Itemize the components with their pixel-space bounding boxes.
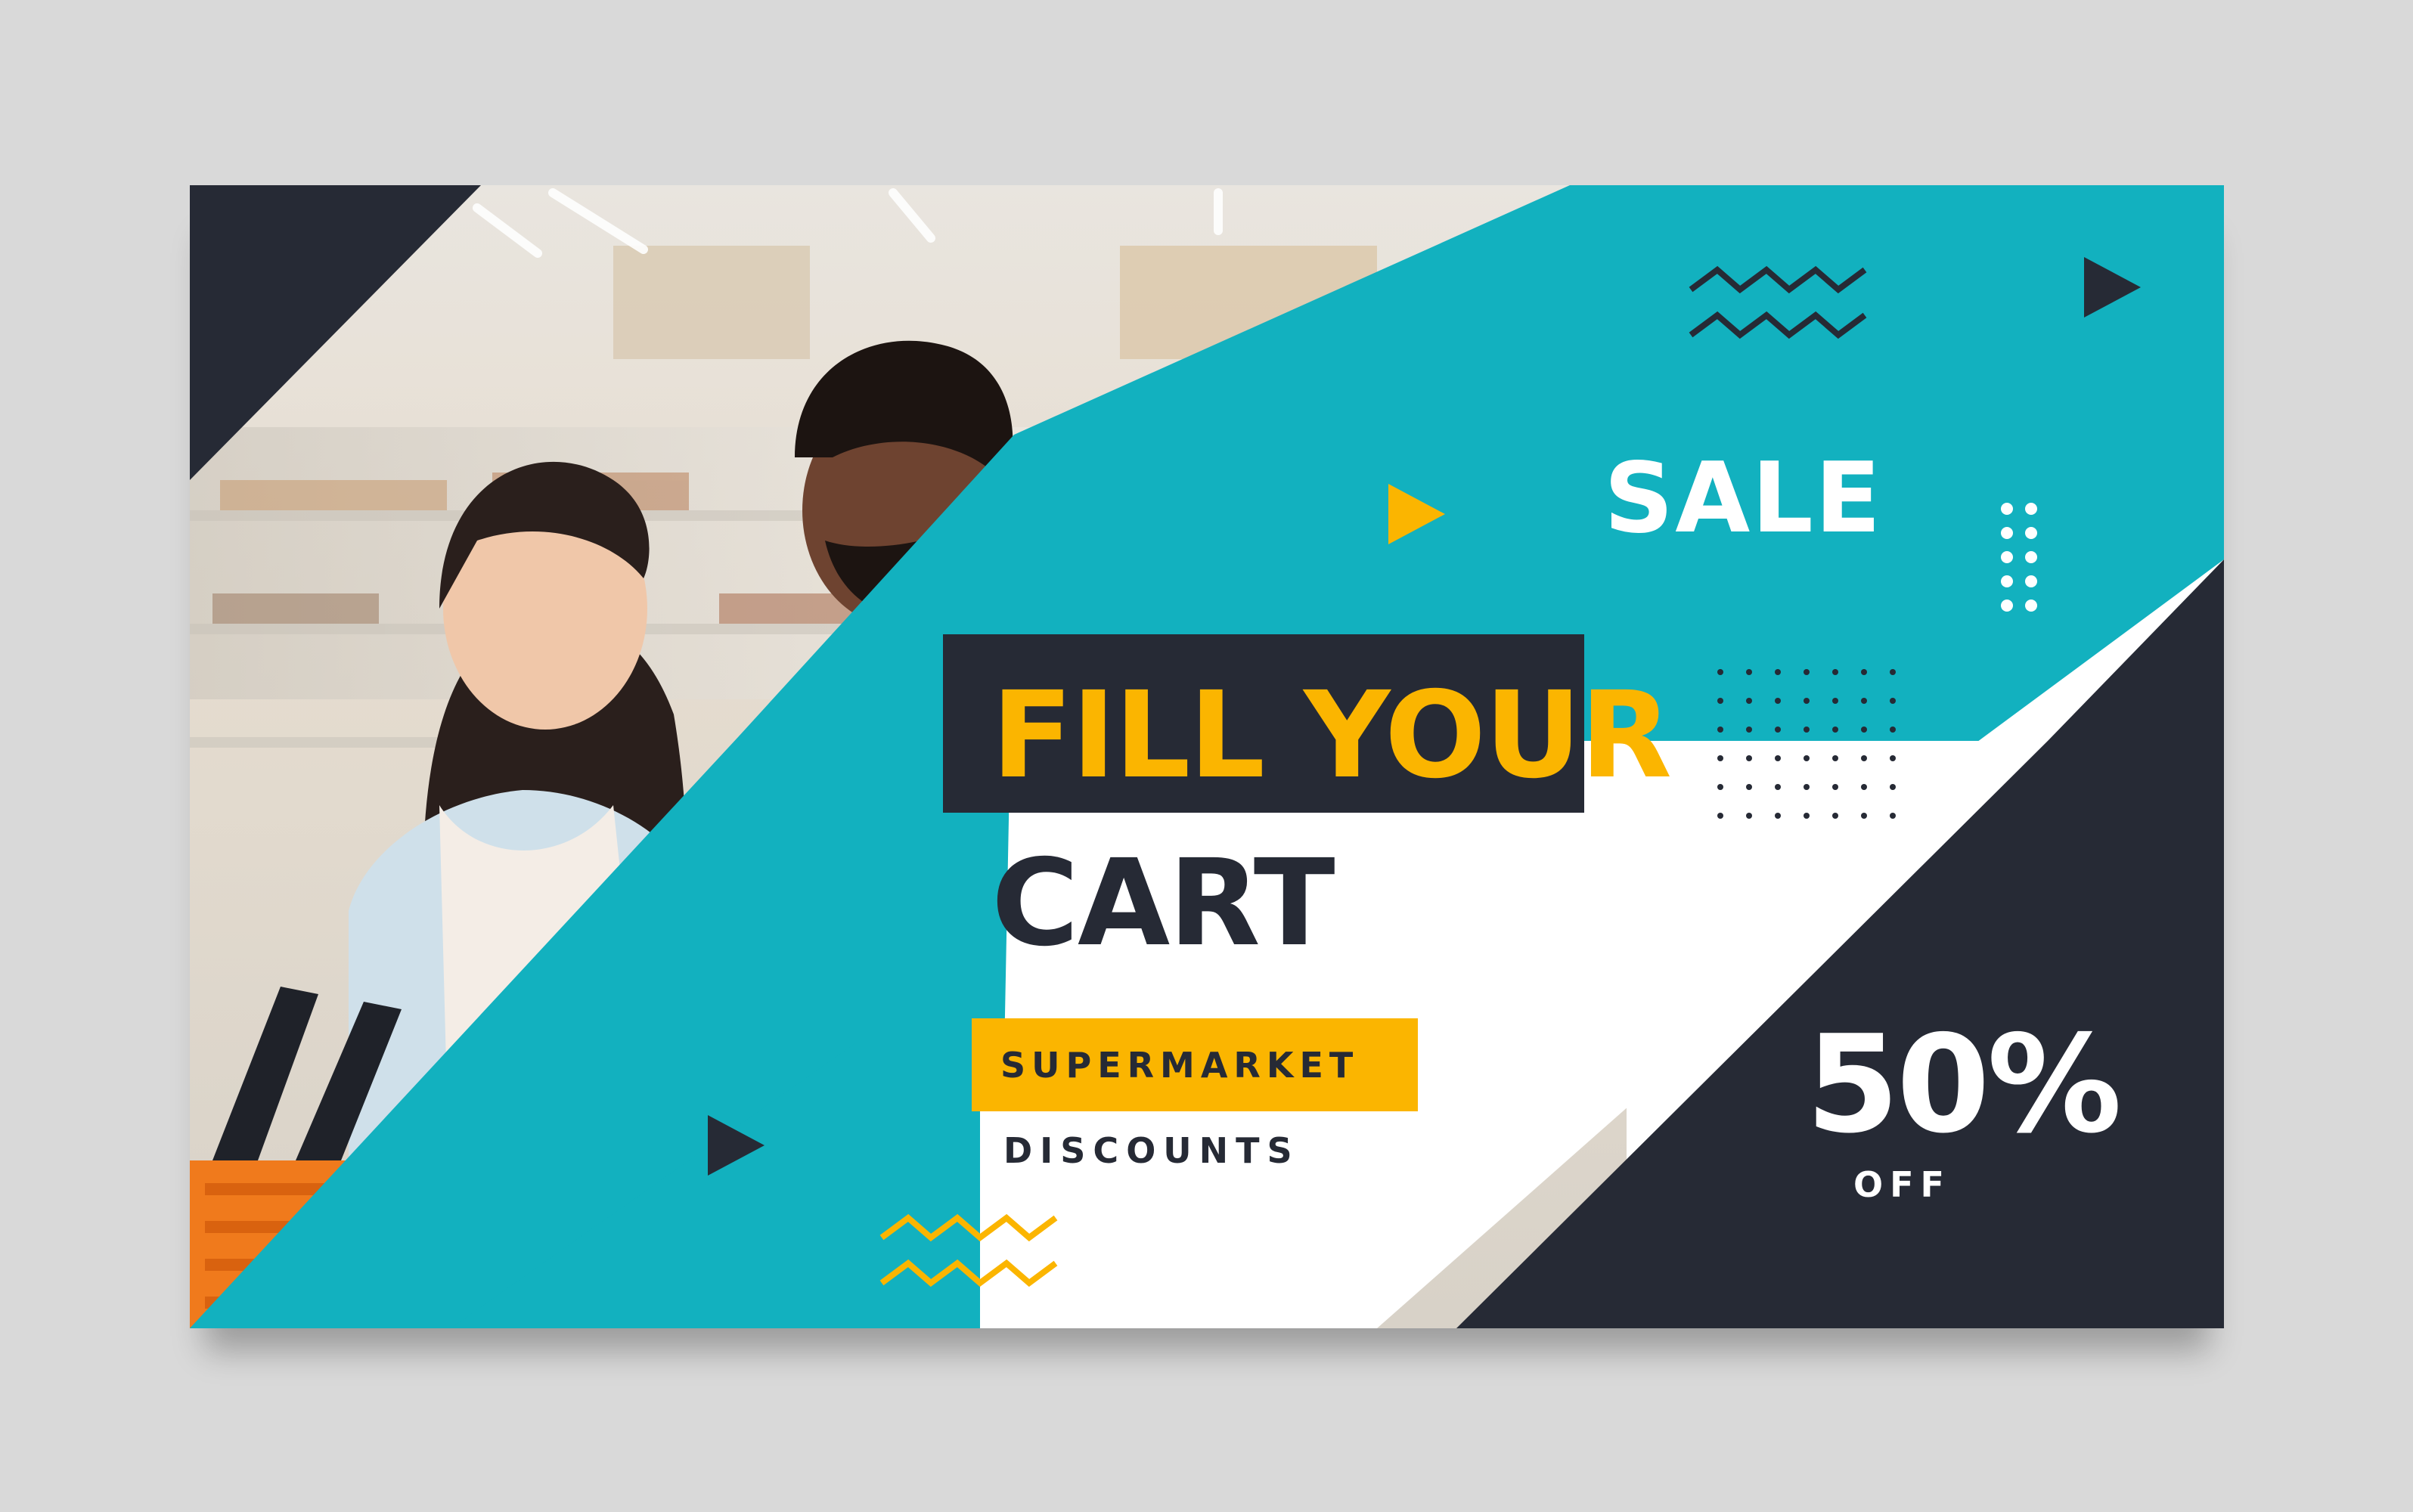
dot	[1746, 813, 1752, 819]
dot-grid-icon	[2001, 503, 2037, 612]
dot	[1804, 813, 1810, 819]
dot	[2025, 575, 2037, 587]
dot	[1861, 755, 1867, 761]
dot	[1775, 669, 1781, 675]
discount-percentage: 50%	[1806, 1006, 2122, 1163]
dot	[2001, 551, 2013, 563]
dot	[2001, 575, 2013, 587]
dot	[1775, 755, 1781, 761]
dot	[1861, 784, 1867, 790]
dot	[2025, 503, 2037, 515]
headline-line-1: FILL YOUR	[991, 666, 1672, 805]
dot	[1775, 698, 1781, 704]
dot-grid-icon	[1717, 669, 1896, 819]
discount-off-label: OFF	[1853, 1164, 1951, 1205]
dot	[1717, 727, 1723, 733]
dot	[1746, 755, 1752, 761]
dot	[2025, 551, 2037, 563]
badge-label: SUPERMARKET	[1000, 1045, 1360, 1086]
dot	[1717, 669, 1723, 675]
dot	[1804, 727, 1810, 733]
dot	[1861, 698, 1867, 704]
dot	[1717, 784, 1723, 790]
dot	[2001, 600, 2013, 612]
dot	[1746, 698, 1752, 704]
discounts-label: DISCOUNTS	[1003, 1130, 1300, 1171]
dot	[1890, 669, 1896, 675]
dot	[1890, 755, 1896, 761]
dot	[1832, 813, 1838, 819]
dot	[2025, 600, 2037, 612]
dot	[1717, 698, 1723, 704]
dot	[1832, 669, 1838, 675]
dot	[1746, 727, 1752, 733]
dot	[1746, 669, 1752, 675]
dot	[1746, 784, 1752, 790]
dot	[1804, 784, 1810, 790]
dot	[1804, 669, 1810, 675]
dot	[1861, 727, 1867, 733]
dot	[1890, 813, 1896, 819]
dot	[1717, 813, 1723, 819]
dot	[2025, 527, 2037, 539]
sale-heading: SALE	[1604, 442, 1883, 555]
dot	[1804, 698, 1810, 704]
dot	[1804, 755, 1810, 761]
dot	[1861, 669, 1867, 675]
dot	[1775, 727, 1781, 733]
dot	[2001, 503, 2013, 515]
dot	[1775, 813, 1781, 819]
dot	[1861, 813, 1867, 819]
promo-banner: SALE FILL YOUR CART SUPERMARKET DISCOUNT…	[190, 185, 2224, 1328]
dot	[1890, 727, 1896, 733]
dot	[1890, 784, 1896, 790]
headline-line-2: CART	[991, 834, 1335, 973]
dot	[1832, 727, 1838, 733]
dot	[2001, 527, 2013, 539]
dot	[1832, 755, 1838, 761]
dot	[1832, 784, 1838, 790]
dot	[1775, 784, 1781, 790]
dot	[1890, 698, 1896, 704]
dot	[1832, 698, 1838, 704]
dot	[1717, 755, 1723, 761]
